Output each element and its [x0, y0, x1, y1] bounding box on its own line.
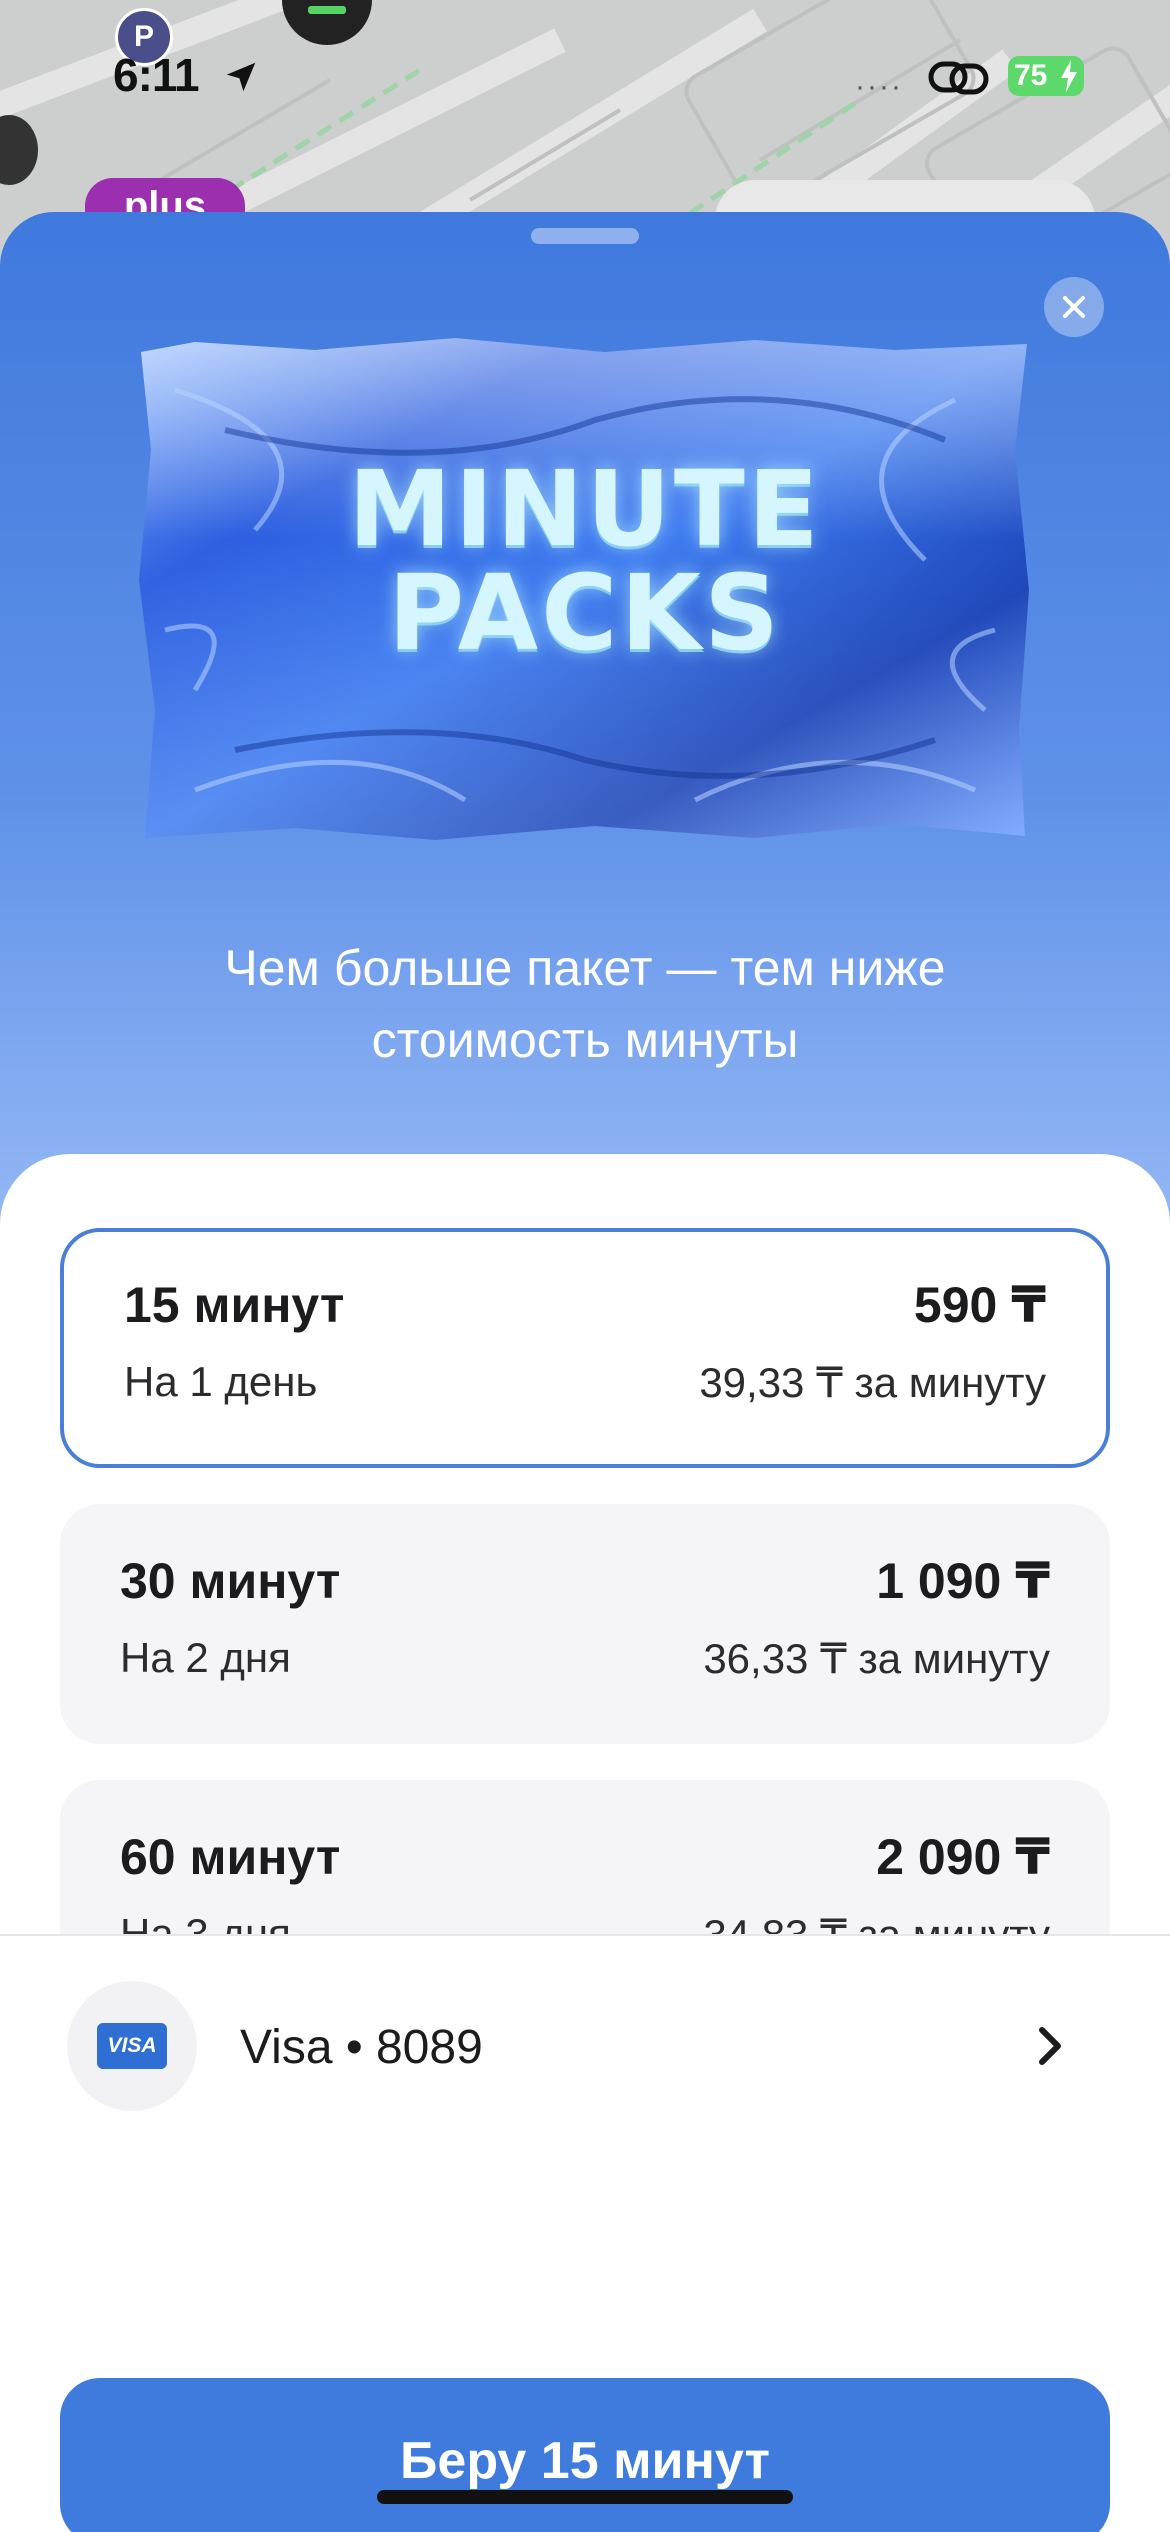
- packs-panel: 15 минут 590 ₸ На 1 день 39,33 ₸ за мину…: [0, 1154, 1170, 2532]
- pack-option-60[interactable]: 60 минут 2 090 ₸ На 3 дня 34,83 ₸ за мин…: [60, 1780, 1110, 1934]
- status-time: 6:11: [113, 49, 200, 101]
- sheet-subtitle: Чем больше пакет — тем ниже стоимость ми…: [0, 932, 1170, 1076]
- close-button[interactable]: [1044, 277, 1104, 337]
- pack-option-30[interactable]: 30 минут 1 090 ₸ На 2 дня 36,33 ₸ за мин…: [60, 1504, 1110, 1744]
- pack-duration: На 3 дня: [120, 1910, 291, 1934]
- pack-duration: На 1 день: [124, 1358, 318, 1405]
- link-icon: [928, 61, 989, 95]
- buy-pack-button[interactable]: Беру 15 минут: [60, 2378, 1110, 2532]
- pack-title: 60 минут: [120, 1829, 341, 1885]
- location-arrow-icon: [226, 62, 256, 92]
- sheet-grabber[interactable]: [531, 228, 639, 244]
- minute-packs-hero: MINUTE PACKS: [135, 330, 1035, 850]
- visa-card-icon: VISA: [97, 2023, 167, 2069]
- subtitle-line-1: Чем больше пакет — тем ниже: [224, 940, 946, 996]
- pack-duration: На 2 дня: [120, 1634, 291, 1681]
- pack-per-minute: 34,83 ₸ за минуту: [703, 1910, 1050, 1934]
- cellular-signal-icon: ····: [855, 70, 903, 103]
- pack-price: 2 090 ₸: [876, 1829, 1050, 1885]
- packs-list[interactable]: 15 минут 590 ₸ На 1 день 39,33 ₸ за мину…: [0, 1154, 1170, 1934]
- pack-price: 1 090 ₸: [876, 1553, 1050, 1609]
- pack-per-minute: 39,33 ₸ за минуту: [699, 1359, 1046, 1406]
- close-icon: [1063, 296, 1085, 318]
- pack-per-minute: 36,33 ₸ за минуту: [703, 1635, 1050, 1682]
- battery-level: 75: [1014, 59, 1048, 92]
- pack-price: 590 ₸: [913, 1277, 1046, 1333]
- home-indicator[interactable]: [377, 2490, 793, 2504]
- minute-packs-sheet: MINUTE PACKS Чем больше пакет — тем ниже…: [0, 212, 1170, 2532]
- card-icon-circle: VISA: [67, 1981, 197, 2111]
- pack-option-15[interactable]: 15 минут 590 ₸ На 1 день 39,33 ₸ за мину…: [60, 1228, 1110, 1468]
- hero-title-line-2: PACKS: [388, 552, 782, 674]
- status-bar: 6:11 ···· 75: [0, 0, 1170, 150]
- chevron-right-icon: [1039, 2027, 1061, 2065]
- charging-bolt-icon: [1061, 60, 1077, 92]
- subtitle-line-2: стоимость минуты: [371, 1012, 799, 1068]
- pack-title: 15 минут: [124, 1277, 345, 1333]
- payment-method-row[interactable]: VISA Visa • 8089: [0, 1936, 1170, 2156]
- payment-method-label: Visa • 8089: [240, 2021, 483, 2074]
- pack-title: 30 минут: [120, 1553, 341, 1609]
